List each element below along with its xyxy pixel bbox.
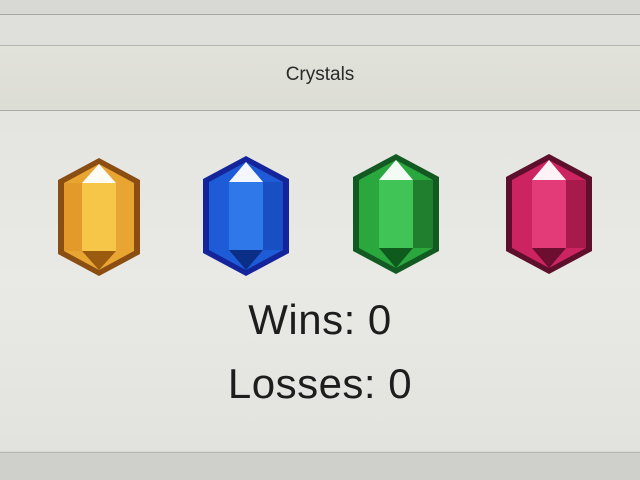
losses-counter: Losses: 0 (227, 360, 413, 407)
top-bar (0, 0, 640, 15)
crystal-blue[interactable] (201, 154, 291, 278)
wins-counter: Wins: 0 (248, 296, 392, 343)
crystal-pink-icon (506, 154, 592, 274)
page-title: Crystals (285, 64, 355, 85)
crystal-green-icon (353, 154, 439, 274)
crystal-green[interactable] (351, 152, 441, 276)
crystal-yellow-icon (58, 158, 140, 276)
crystal-blue-icon (203, 156, 289, 276)
navbar (0, 15, 640, 46)
crystal-pink[interactable] (504, 152, 594, 276)
crystal-yellow[interactable] (56, 156, 142, 278)
footer (0, 452, 640, 480)
